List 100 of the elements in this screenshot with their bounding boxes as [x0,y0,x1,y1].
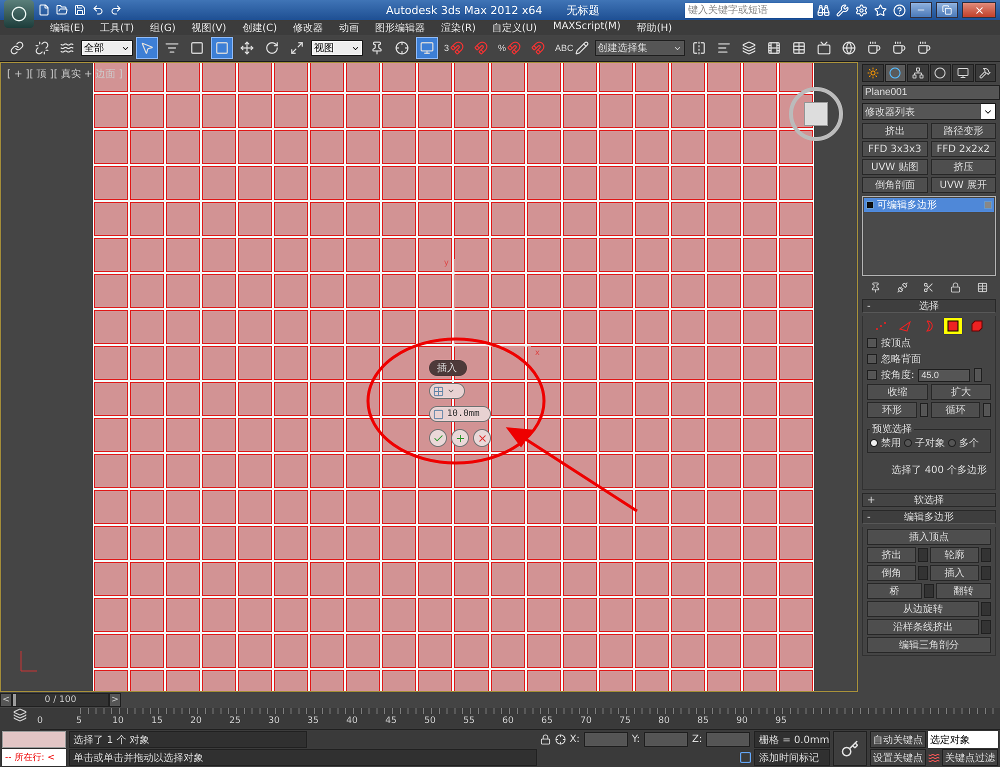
pin-icon[interactable] [870,282,881,293]
menu-item[interactable]: MAXScript(M) [544,20,629,35]
maximize-button[interactable] [936,2,958,18]
modifier-button[interactable]: 挤出 [862,123,928,139]
table-icon[interactable] [977,282,988,293]
panel-button[interactable]: 挤出 [867,547,916,563]
minimize-button[interactable] [910,2,932,18]
panel-button[interactable]: 倒角 [867,565,916,581]
menu-item[interactable]: 组(G) [142,20,184,35]
menu-item[interactable]: 编辑(E) [42,20,92,35]
wrench-icon[interactable] [836,4,849,16]
panel-button[interactable]: 翻转 [936,583,991,599]
menu-item[interactable]: 帮助(H) [628,20,680,35]
radio-button[interactable] [904,439,912,447]
modifier-button[interactable]: UVW 贴图 [862,159,928,175]
subobject-button[interactable] [944,318,962,334]
panel-button[interactable]: 插入顶点 [867,529,991,545]
radio-button[interactable] [948,439,956,447]
dropdown[interactable]: 创建选择集 [594,40,685,56]
modifier-button[interactable]: FFD 3x3x3 [862,141,928,157]
lock-icon[interactable] [540,734,551,745]
viewport-label[interactable]: [ + ][ 顶 ][ 真实 + 边面 ] [7,67,123,81]
help-icon[interactable] [893,4,906,16]
x-field[interactable] [584,732,628,747]
curve-icon[interactable] [928,752,940,764]
auto-key-button[interactable]: 自动关键点 [870,731,926,748]
z-field[interactable] [706,732,750,747]
new-file-icon[interactable] [38,4,50,16]
panel-tab[interactable] [952,64,974,82]
modifier-button[interactable]: FFD 2x2x2 [930,141,996,157]
rollout-header[interactable]: - 选择 [862,299,996,313]
close-button[interactable] [962,2,996,18]
panel-button[interactable]: 沿样条线挤出 [867,619,979,635]
undo-icon[interactable] [92,4,104,16]
next-frame-button[interactable]: > [109,693,121,707]
panel-button[interactable]: 环形 [867,402,916,418]
modifier-button[interactable]: 倒角剖面 [862,177,928,193]
star-icon[interactable] [874,4,887,16]
rollout-header[interactable]: - 编辑多边形 [862,510,996,524]
panel-tab[interactable] [974,64,996,82]
panel-button[interactable]: 编辑三角剖分 [867,637,991,653]
mode-dropdown[interactable] [429,383,465,399]
scissors-icon[interactable] [923,282,934,293]
y-field[interactable] [644,732,688,747]
menu-item[interactable]: 视图(V) [184,20,234,35]
panel-button[interactable]: 收缩 [867,384,928,400]
modifier-button[interactable]: 挤压 [930,159,996,175]
key-mode-dropdown[interactable]: 选定对象 [928,731,998,748]
square-icon[interactable] [739,751,752,764]
lock-icon[interactable] [950,282,962,293]
modifier-list-dropdown[interactable]: 修改器列表 [862,103,996,120]
time-tag[interactable]: 添加时间标记 [754,749,830,766]
script-listener-field[interactable] [2,731,66,748]
binoculars-icon[interactable] [817,4,830,16]
panel-button[interactable]: 循环 [930,402,980,418]
dropdown[interactable]: 全部 [81,40,133,56]
menu-item[interactable]: 修改器 [285,20,332,35]
toolbar-button[interactable]: ABC [552,37,592,59]
menu-item[interactable]: 渲染(R) [433,20,484,35]
panel-tab[interactable] [884,64,906,82]
set-key-button[interactable] [833,731,867,766]
stack-item[interactable]: 可编辑多边形 [864,198,994,212]
set-key-text-button[interactable]: 设置关键点 [870,749,926,766]
menu-item[interactable]: 自定义(U) [484,20,545,35]
panel-tab[interactable] [930,64,951,82]
modifier-button[interactable]: 路径变形 [930,123,996,139]
key-filters-button[interactable]: 关键点过滤 [942,749,998,766]
angle-field[interactable]: 45.0 [918,368,970,382]
panel-button[interactable]: 从边旋转 [867,601,979,617]
menu-item[interactable]: 工具(T) [92,20,142,35]
dropdown[interactable]: 视图 [311,40,363,56]
panel-tab[interactable] [907,64,928,82]
menu-item[interactable]: 动画 [331,20,368,35]
prev-frame-button[interactable]: < [0,693,12,707]
toolbar-button[interactable]: 3 [441,37,468,59]
viewport[interactable]: [ + ][ 顶 ][ 真实 + 边面 ] y x 插入 10.0mm [0,62,858,692]
app-menu-button[interactable] [4,0,34,28]
slider-thumb[interactable] [13,694,16,706]
folder-icon[interactable] [56,4,68,16]
panel-button[interactable]: 扩大 [930,384,991,400]
radio-button[interactable] [870,439,878,447]
panel-button[interactable]: 桥 [867,583,922,599]
object-name-field[interactable]: Plane001 [862,85,1000,100]
rollout-header[interactable]: + 软选择 [862,493,996,507]
viewcube[interactable] [789,87,843,141]
panel-button[interactable]: 轮廓 [930,547,979,563]
time-slider[interactable]: 0 / 100 [12,693,109,707]
checkbox[interactable] [867,354,877,364]
checkbox[interactable] [867,338,877,348]
search-field[interactable]: 键入关键字或短语 [685,2,813,18]
panel-tab[interactable] [862,64,884,82]
modifier-button[interactable]: UVW 展开 [930,177,996,193]
checkbox[interactable] [867,370,877,380]
track-icon[interactable] [13,708,27,722]
toolbar-button[interactable]: % [495,37,524,59]
menu-item[interactable]: 创建(C) [234,20,286,35]
save-icon[interactable] [74,4,86,16]
plug-icon[interactable] [896,282,908,293]
crosshair-icon[interactable] [554,734,566,745]
panel-button[interactable]: 插入 [930,565,979,581]
